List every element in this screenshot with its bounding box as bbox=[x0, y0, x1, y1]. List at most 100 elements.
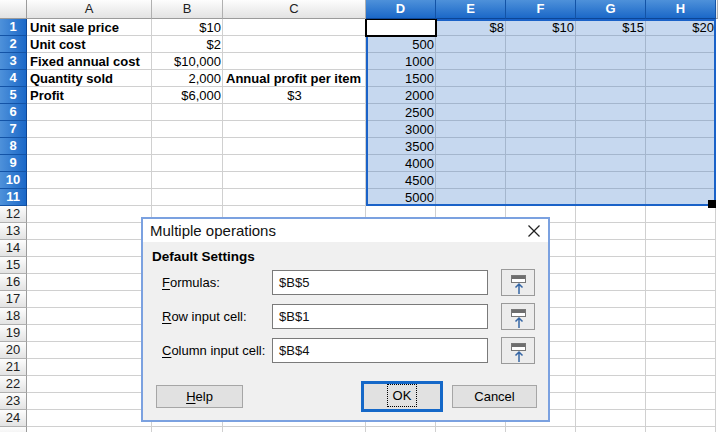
selection-handle[interactable] bbox=[708, 200, 716, 208]
cell-H16[interactable] bbox=[646, 274, 716, 291]
row-header-5[interactable]: 5 bbox=[0, 87, 27, 104]
cell-A19[interactable] bbox=[27, 325, 152, 342]
cell-A21[interactable] bbox=[27, 359, 152, 376]
cell-C25[interactable] bbox=[223, 427, 366, 432]
cell-G14[interactable] bbox=[576, 240, 646, 257]
cell-G23[interactable] bbox=[576, 393, 646, 410]
row-header-9[interactable]: 9 bbox=[0, 155, 27, 172]
cell-C3[interactable] bbox=[223, 53, 366, 70]
cell-A22[interactable] bbox=[27, 376, 152, 393]
column-header-E[interactable]: E bbox=[436, 0, 506, 19]
select-all-corner[interactable] bbox=[0, 0, 27, 19]
row-header-24[interactable]: 24 bbox=[0, 410, 27, 427]
cell-H12[interactable] bbox=[646, 206, 716, 223]
cell-A24[interactable] bbox=[27, 410, 152, 427]
ok-button[interactable]: OK bbox=[361, 381, 443, 412]
row-header-3[interactable]: 3 bbox=[0, 53, 27, 70]
row-header-22[interactable]: 22 bbox=[0, 376, 27, 393]
row-header-13[interactable]: 13 bbox=[0, 223, 27, 240]
cell-A14[interactable] bbox=[27, 240, 152, 257]
cell-C10[interactable] bbox=[223, 172, 366, 189]
cell-B25[interactable] bbox=[152, 427, 223, 432]
column-header-F[interactable]: F bbox=[506, 0, 576, 19]
row-input-shrink-button[interactable] bbox=[501, 303, 535, 330]
close-icon[interactable] bbox=[526, 223, 542, 239]
cell-C11[interactable] bbox=[223, 189, 366, 206]
cell-A23[interactable] bbox=[27, 393, 152, 410]
cell-H22[interactable] bbox=[646, 376, 716, 393]
cell-H19[interactable] bbox=[646, 325, 716, 342]
row-input-cell-input[interactable]: $B$1 bbox=[272, 304, 488, 329]
column-header-H[interactable]: H bbox=[646, 0, 716, 19]
cell-C2[interactable] bbox=[223, 36, 366, 53]
cell-A18[interactable] bbox=[27, 308, 152, 325]
row-header-4[interactable]: 4 bbox=[0, 70, 27, 87]
cell-G13[interactable] bbox=[576, 223, 646, 240]
column-header-C[interactable]: C bbox=[223, 0, 366, 19]
cell-G17[interactable] bbox=[576, 291, 646, 308]
cell-C6[interactable] bbox=[223, 104, 366, 121]
cell-A8[interactable] bbox=[27, 138, 152, 155]
cell-H17[interactable] bbox=[646, 291, 716, 308]
cell-G15[interactable] bbox=[576, 257, 646, 274]
cell-A15[interactable] bbox=[27, 257, 152, 274]
cell-H14[interactable] bbox=[646, 240, 716, 257]
cell-H18[interactable] bbox=[646, 308, 716, 325]
row-header-17[interactable]: 17 bbox=[0, 291, 27, 308]
column-header-B[interactable]: B bbox=[152, 0, 223, 19]
cell-A9[interactable] bbox=[27, 155, 152, 172]
cell-H23[interactable] bbox=[646, 393, 716, 410]
row-header-21[interactable]: 21 bbox=[0, 359, 27, 376]
row-header-16[interactable]: 16 bbox=[0, 274, 27, 291]
column-input-cell-input[interactable]: $B$4 bbox=[272, 338, 488, 363]
cell-H21[interactable] bbox=[646, 359, 716, 376]
row-header-23[interactable]: 23 bbox=[0, 393, 27, 410]
column-header-G[interactable]: G bbox=[576, 0, 646, 19]
formulas-shrink-button[interactable] bbox=[501, 269, 535, 296]
cell-E25[interactable] bbox=[436, 427, 506, 432]
cell-G19[interactable] bbox=[576, 325, 646, 342]
cell-H13[interactable] bbox=[646, 223, 716, 240]
cell-B6[interactable] bbox=[152, 104, 223, 121]
cell-C1[interactable] bbox=[223, 19, 366, 36]
row-header-12[interactable]: 12 bbox=[0, 206, 27, 223]
row-header-20[interactable]: 20 bbox=[0, 342, 27, 359]
active-cell-D1[interactable] bbox=[365, 18, 437, 37]
cell-G22[interactable] bbox=[576, 376, 646, 393]
cell-H24[interactable] bbox=[646, 410, 716, 427]
cell-D25[interactable] bbox=[366, 427, 436, 432]
formulas-input[interactable]: $B$5 bbox=[272, 270, 488, 295]
cell-G20[interactable] bbox=[576, 342, 646, 359]
cancel-button[interactable]: Cancel bbox=[452, 385, 537, 408]
row-header-14[interactable]: 14 bbox=[0, 240, 27, 257]
row-header-10[interactable]: 10 bbox=[0, 172, 27, 189]
cell-G12[interactable] bbox=[576, 206, 646, 223]
cell-H15[interactable] bbox=[646, 257, 716, 274]
cell-H25[interactable] bbox=[646, 427, 716, 432]
cell-A10[interactable] bbox=[27, 172, 152, 189]
cell-B9[interactable] bbox=[152, 155, 223, 172]
column-header-D[interactable]: D bbox=[366, 0, 436, 19]
cell-B7[interactable] bbox=[152, 121, 223, 138]
cell-B8[interactable] bbox=[152, 138, 223, 155]
row-header-11[interactable]: 11 bbox=[0, 189, 27, 206]
cell-A13[interactable] bbox=[27, 223, 152, 240]
row-header-6[interactable]: 6 bbox=[0, 104, 27, 121]
cell-C8[interactable] bbox=[223, 138, 366, 155]
cell-G25[interactable] bbox=[576, 427, 646, 432]
cell-A6[interactable] bbox=[27, 104, 152, 121]
cell-G21[interactable] bbox=[576, 359, 646, 376]
row-header-2[interactable]: 2 bbox=[0, 36, 27, 53]
cell-H20[interactable] bbox=[646, 342, 716, 359]
cell-A11[interactable] bbox=[27, 189, 152, 206]
column-header-A[interactable]: A bbox=[27, 0, 152, 19]
row-header-8[interactable]: 8 bbox=[0, 138, 27, 155]
cell-A12[interactable] bbox=[27, 206, 152, 223]
cell-A16[interactable] bbox=[27, 274, 152, 291]
row-header-25[interactable] bbox=[0, 427, 27, 432]
cell-A17[interactable] bbox=[27, 291, 152, 308]
column-input-shrink-button[interactable] bbox=[501, 337, 535, 364]
cell-G24[interactable] bbox=[576, 410, 646, 427]
cell-A20[interactable] bbox=[27, 342, 152, 359]
cell-G18[interactable] bbox=[576, 308, 646, 325]
